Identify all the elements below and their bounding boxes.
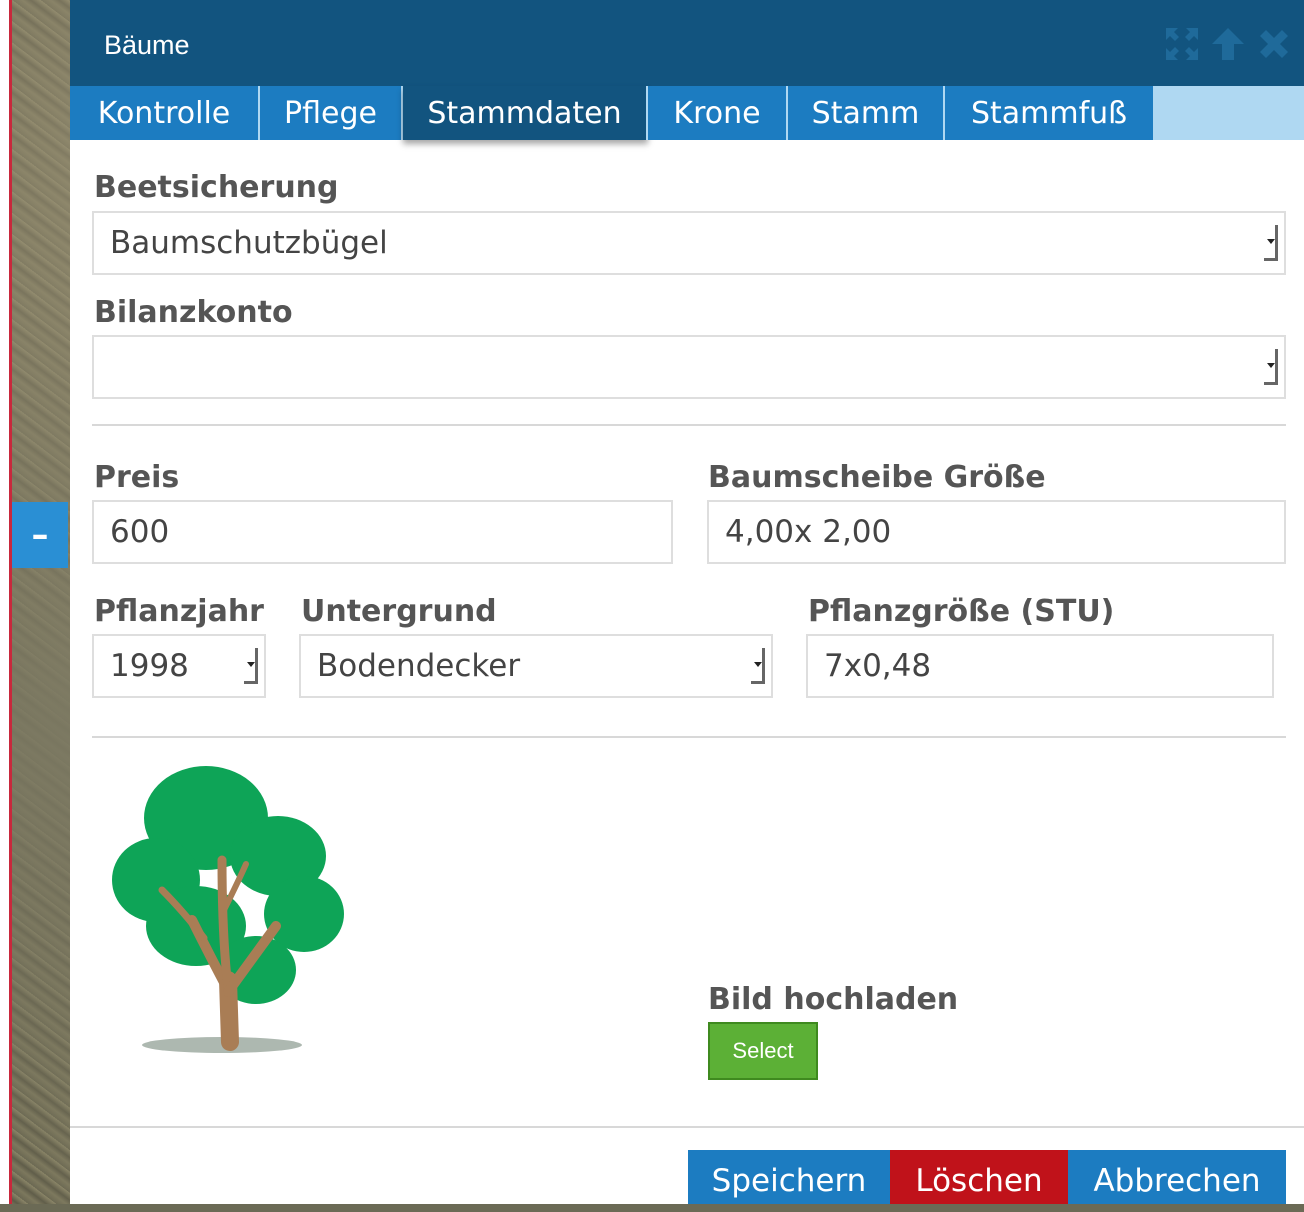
- delete-button[interactable]: Löschen: [890, 1150, 1068, 1204]
- baumscheibe-label: Baumscheibe Größe: [708, 460, 1046, 495]
- beetsicherung-value: Baumschutzbügel: [110, 225, 388, 261]
- dialog-title: Bäume: [104, 30, 190, 60]
- chevron-down-icon[interactable]: [751, 648, 765, 684]
- pflanzjahr-label: Pflanzjahr: [94, 594, 264, 629]
- tab-stammdaten[interactable]: Stammdaten: [403, 86, 648, 140]
- bilanzkonto-label: Bilanzkonto: [94, 295, 293, 330]
- dialog-titlebar[interactable]: Bäume: [70, 0, 1304, 86]
- pflanzjahr-value: 1998: [110, 648, 189, 684]
- expand-icon[interactable]: [1164, 26, 1200, 62]
- chevron-down-icon[interactable]: [1264, 349, 1278, 385]
- beetsicherung-select[interactable]: Baumschutzbügel: [92, 211, 1286, 275]
- tab-krone[interactable]: Krone: [648, 86, 788, 140]
- divider: [92, 424, 1286, 426]
- divider: [92, 736, 1286, 738]
- save-button[interactable]: Speichern: [688, 1150, 890, 1204]
- bilanzkonto-select[interactable]: [92, 335, 1286, 399]
- untergrund-select[interactable]: Bodendecker: [299, 634, 773, 698]
- pflanzgroesse-input[interactable]: 7x0,48: [806, 634, 1274, 698]
- collapse-panel-button[interactable]: –: [12, 502, 68, 568]
- pflanzgroesse-label: Pflanzgröße (STU): [808, 594, 1115, 629]
- tab-bar: Kontrolle Pflege Stammdaten Krone Stamm …: [70, 86, 1304, 140]
- tab-pflege[interactable]: Pflege: [260, 86, 403, 140]
- preis-value: 600: [110, 514, 170, 550]
- window-controls: [1164, 26, 1292, 62]
- tab-stamm[interactable]: Stamm: [788, 86, 945, 140]
- beetsicherung-label: Beetsicherung: [94, 170, 339, 205]
- close-icon[interactable]: [1256, 26, 1292, 62]
- untergrund-value: Bodendecker: [317, 648, 521, 684]
- preis-label: Preis: [94, 460, 180, 495]
- baumscheibe-value: 4,00x 2,00: [725, 514, 892, 550]
- untergrund-label: Untergrund: [301, 594, 497, 629]
- preis-input[interactable]: 600: [92, 500, 673, 564]
- baumscheibe-input[interactable]: 4,00x 2,00: [707, 500, 1286, 564]
- upload-label: Bild hochladen: [708, 982, 959, 1017]
- cancel-button[interactable]: Abbrechen: [1068, 1150, 1286, 1204]
- tree-image: [92, 760, 392, 1060]
- left-panel-edge: [0, 0, 12, 1204]
- trees-dialog: Bäume Kontrolle Pflege Stammdaten Krone …: [70, 0, 1304, 1204]
- pflanzjahr-select[interactable]: 1998: [92, 634, 266, 698]
- pflanzgroesse-value: 7x0,48: [824, 648, 932, 684]
- select-file-button[interactable]: Select: [708, 1022, 818, 1080]
- tab-stammfuss[interactable]: Stammfuß: [945, 86, 1155, 140]
- tab-kontrolle[interactable]: Kontrolle: [70, 86, 260, 140]
- chevron-down-icon[interactable]: [244, 648, 258, 684]
- chevron-down-icon[interactable]: [1264, 225, 1278, 261]
- footer-divider: [70, 1126, 1304, 1128]
- arrow-up-icon[interactable]: [1210, 26, 1246, 62]
